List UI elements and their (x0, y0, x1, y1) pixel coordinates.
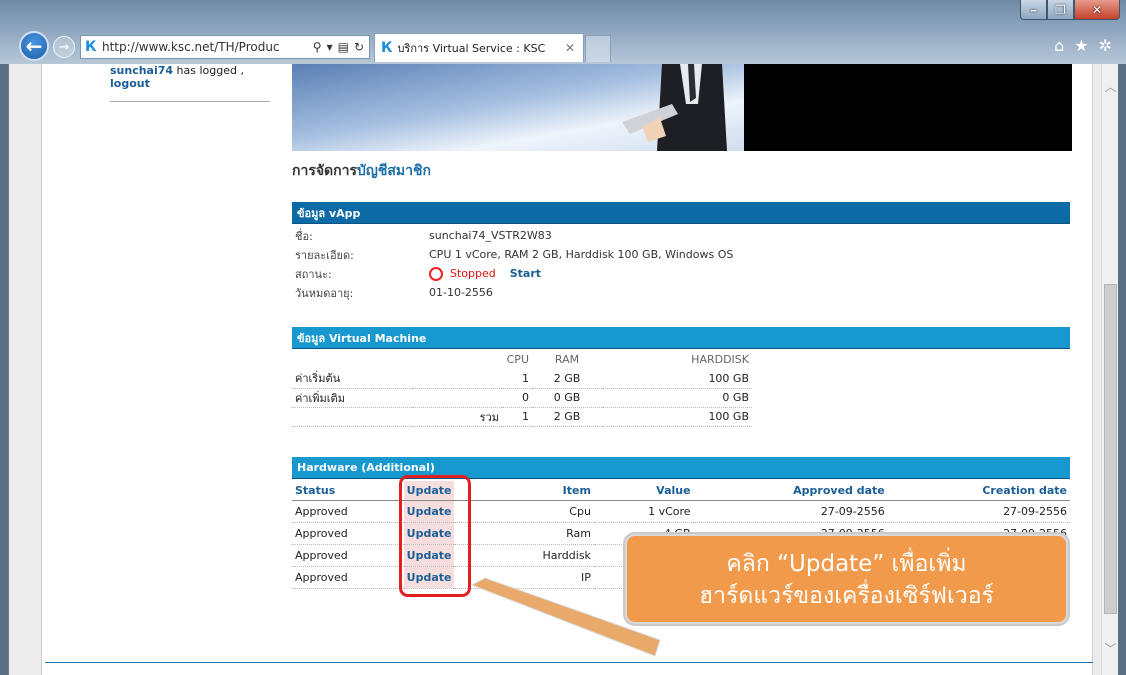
status-cell: Approved (292, 544, 404, 567)
browser-tab[interactable]: К บริการ Virtual Service : KSC ✕ (374, 33, 584, 62)
vm-row-label: ค่าเพิ่มเติม (292, 388, 412, 408)
back-button[interactable]: ← (19, 31, 49, 61)
vapp-expiry-value: 01-10-2556 (429, 286, 493, 299)
browser-chrome: – ❐ ✕ ← → К http://www.ksc.net/TH/Produc… (0, 0, 1126, 64)
status-cell: Approved (292, 566, 404, 589)
vm-header: ข้อมูล Virtual Machine (292, 327, 1070, 349)
address-bar[interactable]: К http://www.ksc.net/TH/Produc ⚲ ▾ ▤ ↻ (80, 35, 370, 59)
vapp-status-label: สถานะ: (295, 267, 332, 281)
banner-dark-panel (744, 64, 1072, 151)
tab-favicon-icon: К (381, 40, 393, 56)
username-link[interactable]: sunchai74 (110, 64, 173, 77)
login-status: sunchai74 has logged , logout (110, 64, 270, 102)
update-column-highlight (399, 475, 471, 597)
vm-cpu-value: 1 (502, 369, 532, 389)
status-cell: Approved (292, 522, 404, 545)
restore-icon[interactable]: ❐ (1047, 0, 1074, 20)
dropdown-icon[interactable]: ▾ (327, 40, 333, 54)
site-favicon-icon: К (85, 39, 97, 55)
star-icon[interactable]: ★ (1074, 36, 1088, 55)
vapp-expiry-row: วันหมดอายุ: 01-10-2556 (292, 283, 1070, 302)
table-row: รวม 1 2 GB 100 GB (292, 407, 752, 427)
vm-col-cpu: CPU (506, 353, 529, 366)
vm-ram-value: 0 GB (532, 388, 602, 408)
vapp-status-row: สถานะ: Stopped Start (292, 264, 1070, 283)
vm-row-label: รวม (412, 407, 502, 427)
approved-date-cell: 27-09-2556 (693, 500, 888, 523)
vm-disk-value: 0 GB (602, 388, 752, 408)
scroll-up-icon[interactable]: ︿ (1102, 78, 1118, 95)
vapp-name-value: sunchai74_VSTR2W83 (429, 229, 552, 242)
col-status: Status (292, 481, 404, 501)
page-title-prefix: การจัดการ (292, 163, 358, 179)
value-cell: 1 vCore (593, 500, 694, 523)
item-cell: IP (454, 566, 594, 589)
item-cell: Cpu (454, 500, 594, 523)
page-title-accent: บัญชีสมาชิก (357, 163, 431, 179)
minimize-icon[interactable]: – (1020, 0, 1047, 20)
instruction-callout: คลิก “Update” เพื่อเพิ่ม ฮาร์ดแวร์ของเคร… (625, 534, 1068, 624)
table-row: ค่าเริ่มต้น 1 2 GB 100 GB (292, 369, 752, 389)
header-banner (292, 64, 1072, 151)
scroll-down-icon[interactable]: ﹀ (1102, 640, 1118, 657)
logout-link[interactable]: logout (110, 77, 270, 90)
vapp-detail-label: รายละเอียด: (295, 248, 354, 262)
col-item: Item (454, 481, 594, 501)
vapp-detail-value: CPU 1 vCore, RAM 2 GB, Harddisk 100 GB, … (429, 248, 734, 261)
vm-ram-value: 2 GB (532, 369, 602, 389)
callout-line-2: ฮาร์ดแวร์ของเครื่องเซิร์ฟเวอร์ (699, 583, 994, 609)
vm-col-disk: HARDDISK (691, 353, 749, 366)
stopped-status-icon (429, 266, 443, 281)
address-url[interactable]: http://www.ksc.net/TH/Produc (102, 40, 308, 54)
vm-cpu-value: 0 (502, 388, 532, 408)
gear-icon[interactable]: ✲ (1099, 36, 1112, 55)
home-icon[interactable]: ⌂ (1054, 36, 1064, 55)
col-creation-date: Creation date (887, 481, 1070, 501)
vapp-name-row: ชื่อ: sunchai74_VSTR2W83 (292, 226, 1070, 245)
forward-button[interactable]: → (53, 36, 75, 58)
businessman-image (622, 64, 727, 151)
search-icon[interactable]: ⚲ (313, 40, 322, 54)
col-approved-date: Approved date (693, 481, 888, 501)
vm-cpu-value: 1 (502, 407, 532, 427)
vapp-header: ข้อมูล vApp (292, 202, 1070, 224)
browser-toolbar: ⌂ ★ ✲ (1054, 36, 1112, 55)
footer-divider (45, 662, 1093, 663)
close-icon[interactable]: ✕ (1074, 0, 1120, 20)
scroll-thumb[interactable] (1104, 284, 1117, 614)
vm-row-label: ค่าเริ่มต้น (292, 369, 412, 389)
logged-text: has logged , (173, 64, 244, 77)
vapp-detail-row: รายละเอียด: CPU 1 vCore, RAM 2 GB, Hardd… (292, 245, 1070, 264)
vm-ram-value: 2 GB (532, 407, 602, 427)
vapp-expiry-label: วันหมดอายุ: (295, 286, 354, 300)
status-cell: Approved (292, 500, 404, 523)
vertical-scrollbar[interactable]: ︿ ﹀ (1101, 64, 1118, 675)
status-badge: Stopped (450, 267, 496, 280)
vm-table-header: CPU RAM HARDDISK (292, 350, 752, 369)
item-cell: Ram (454, 522, 594, 545)
new-tab-button[interactable] (585, 35, 611, 62)
vm-col-ram: RAM (554, 353, 580, 366)
compatibility-icon[interactable]: ▤ (338, 40, 349, 54)
vapp-name-label: ชื่อ: (295, 229, 313, 243)
page-title: การจัดการบัญชีสมาชิก (292, 160, 431, 182)
tab-close-icon[interactable]: ✕ (557, 41, 583, 55)
tab-title: บริการ Virtual Service : KSC (397, 42, 546, 55)
vm-disk-value: 100 GB (602, 407, 752, 427)
table-row: ค่าเพิ่มเติม 0 0 GB 0 GB (292, 388, 752, 408)
item-cell: Harddisk (454, 544, 594, 567)
creation-date-cell: 27-09-2556 (887, 500, 1070, 523)
vm-disk-value: 100 GB (602, 369, 752, 389)
col-value: Value (593, 481, 694, 501)
window-controls: – ❐ ✕ (1020, 0, 1120, 20)
start-link[interactable]: Start (510, 267, 541, 280)
refresh-icon[interactable]: ↻ (354, 40, 364, 54)
callout-line-1: คลิก “Update” เพื่อเพิ่ม (726, 551, 967, 577)
vm-table: CPU RAM HARDDISK ค่าเริ่มต้น 1 2 GB 100 … (292, 350, 752, 427)
